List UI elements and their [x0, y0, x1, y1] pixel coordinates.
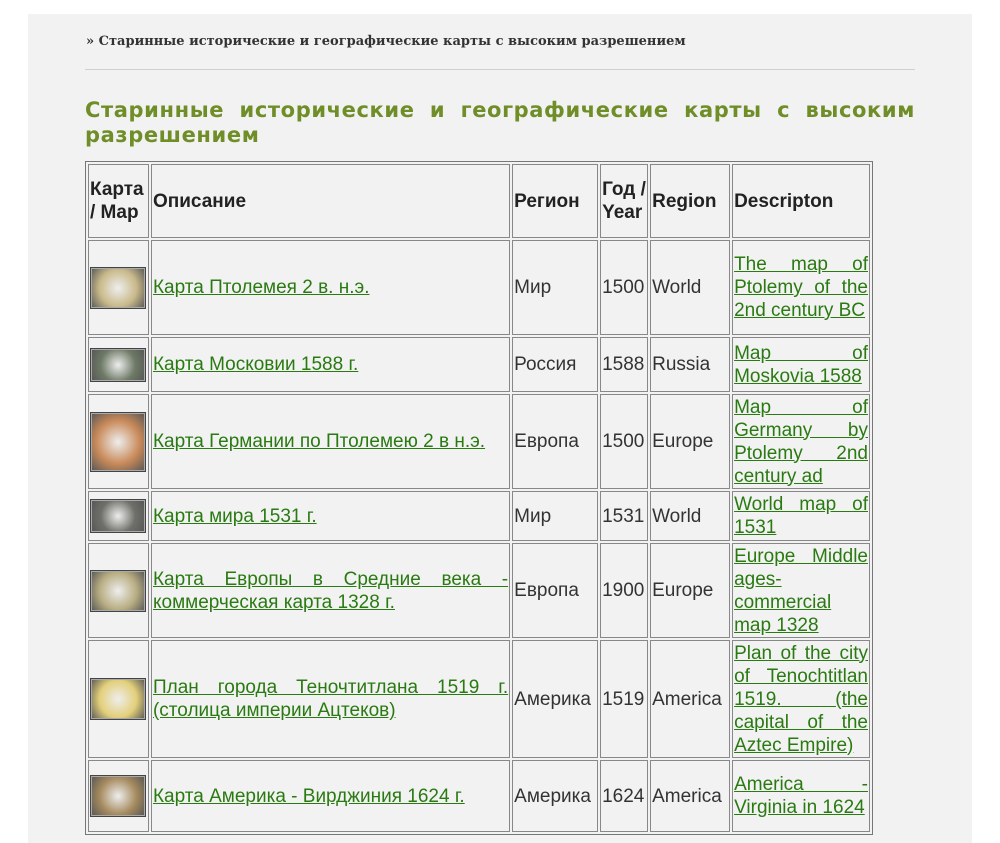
region-ru-cell: Европа [512, 394, 599, 489]
region-en-cell: America [650, 640, 731, 758]
content-panel: » Старинные исторические и географически… [28, 14, 972, 843]
map-thumbnail-link[interactable] [90, 266, 147, 309]
table-row: Карта Птолемея 2 в. н.э. Мир 1500 World The … [88, 240, 870, 335]
map-thumbnail-image[interactable] [90, 775, 147, 817]
map-title-link[interactable]: Карта Европы в Средние века - коммерческ… [153, 569, 508, 613]
map-title-link[interactable]: Карта Германии по Птолемею 2 в н.э. [153, 431, 485, 452]
map-description-en-link[interactable]: The map of Ptolemy of the 2nd century BC [734, 254, 868, 321]
description-cell: Карта Европы в Средние века - коммерческ… [150, 543, 511, 638]
region-en-cell: Europe [650, 543, 731, 638]
description-cell: Карта Германии по Птолемею 2 в н.э. [150, 394, 511, 489]
description-en-cell: Map of Moskovia 1588 [732, 337, 870, 392]
map-thumbnail-cell [88, 543, 149, 638]
map-thumbnail-image[interactable] [90, 499, 147, 533]
breadcrumb: » Старинные исторические и географически… [86, 34, 686, 49]
header-year: Год / Year [600, 164, 649, 238]
year-cell: 1900 [600, 543, 649, 638]
table-row: План города Теночтитлана 1519 г. (столиц… [88, 640, 870, 758]
region-ru-cell: Россия [512, 337, 599, 392]
region-en-cell: Russia [650, 337, 731, 392]
description-cell: Карта Птолемея 2 в. н.э. [150, 240, 511, 335]
description-en-cell: The map of Ptolemy of the 2nd century BC [732, 240, 870, 335]
map-description-en-link[interactable]: America - Virginia in 1624 [734, 774, 868, 818]
map-thumbnail-image[interactable] [90, 569, 147, 612]
region-ru-cell: Европа [512, 543, 599, 638]
map-thumbnail-link[interactable] [90, 569, 147, 612]
map-thumbnail-image[interactable] [90, 347, 147, 382]
description-en-cell: Plan of the city of Tenochtitlan 1519. (… [732, 640, 870, 758]
description-en-cell: Map of Germany by Ptolemy 2nd century ad [732, 394, 870, 489]
map-thumbnail-cell [88, 760, 149, 832]
year-cell: 1531 [600, 491, 649, 541]
description-cell: Карта Московии 1588 г. [150, 337, 511, 392]
divider [85, 69, 915, 70]
map-thumbnail-link[interactable] [90, 775, 147, 817]
region-en-cell: World [650, 240, 731, 335]
description-cell: Карта Америка - Вирджиния 1624 г. [150, 760, 511, 832]
map-thumbnail-cell [88, 640, 149, 758]
year-cell: 1519 [600, 640, 649, 758]
map-title-link[interactable]: Карта Московии 1588 г. [153, 354, 358, 375]
description-cell: План города Теночтитлана 1519 г. (столиц… [150, 640, 511, 758]
map-title-link[interactable]: Карта Птолемея 2 в. н.э. [153, 277, 370, 298]
table-row: Карта мира 1531 г. Мир 1531 World World map … [88, 491, 870, 541]
year-cell: 1624 [600, 760, 649, 832]
map-thumbnail-link[interactable] [90, 411, 147, 472]
map-thumbnail-cell [88, 394, 149, 489]
map-thumbnail-image[interactable] [90, 678, 147, 720]
map-description-en-link[interactable]: Plan of the city of Tenochtitlan 1519. (… [734, 643, 868, 756]
region-ru-cell: Америка [512, 640, 599, 758]
region-en-cell: America [650, 760, 731, 832]
map-title-link[interactable]: План города Теночтитлана 1519 г. (столиц… [153, 677, 508, 721]
map-thumbnail-cell [88, 337, 149, 392]
description-en-cell: Europe Middle ages- commercial map 1328 [732, 543, 870, 638]
map-title-link[interactable]: Карта мира 1531 г. [153, 506, 317, 527]
description-en-cell: America - Virginia in 1624 [732, 760, 870, 832]
region-ru-cell: Мир [512, 491, 599, 541]
map-description-en-link[interactable]: Map of Germany by Ptolemy 2nd century ad [734, 397, 868, 487]
header-map: Карта / Map [88, 164, 149, 238]
map-description-en-link[interactable]: Europe Middle ages- commercial map 1328 [734, 546, 868, 636]
description-en-cell: World map of 1531 [732, 491, 870, 541]
map-description-en-link[interactable]: Map of Moskovia 1588 [734, 343, 868, 387]
year-cell: 1500 [600, 240, 649, 335]
header-description-en: Descripton [732, 164, 870, 238]
header-description: Описание [150, 164, 511, 238]
map-thumbnail-cell [88, 240, 149, 335]
map-thumbnail-link[interactable] [90, 678, 147, 720]
header-region-ru: Регион [512, 164, 599, 238]
map-thumbnail-image[interactable] [90, 411, 147, 472]
region-en-cell: World [650, 491, 731, 541]
map-thumbnail-link[interactable] [90, 347, 147, 382]
map-description-en-link[interactable]: World map of 1531 [734, 494, 868, 538]
year-cell: 1500 [600, 394, 649, 489]
region-en-cell: Europe [650, 394, 731, 489]
table-row: Карта Московии 1588 г. Россия 1588 Russia Ma… [88, 337, 870, 392]
table-header-row: Карта / Map Описание Регион Год / Year R… [88, 164, 870, 238]
year-cell: 1588 [600, 337, 649, 392]
map-thumbnail-cell [88, 491, 149, 541]
table-row: Карта Европы в Средние века - коммерческ… [88, 543, 870, 638]
map-thumbnail-link[interactable] [90, 499, 147, 533]
description-cell: Карта мира 1531 г. [150, 491, 511, 541]
table-row: Карта Германии по Птолемею 2 в н.э. Европ… [88, 394, 870, 489]
map-title-link[interactable]: Карта Америка - Вирджиния 1624 г. [153, 786, 465, 807]
region-ru-cell: Мир [512, 240, 599, 335]
table-row: Карта Америка - Вирджиния 1624 г. Америка… [88, 760, 870, 832]
maps-table: Карта / Map Описание Регион Год / Year R… [85, 161, 873, 835]
page-title: Старинные исторические и географические … [85, 98, 915, 147]
region-ru-cell: Америка [512, 760, 599, 832]
map-thumbnail-image[interactable] [90, 266, 147, 309]
header-region-en: Region [650, 164, 731, 238]
